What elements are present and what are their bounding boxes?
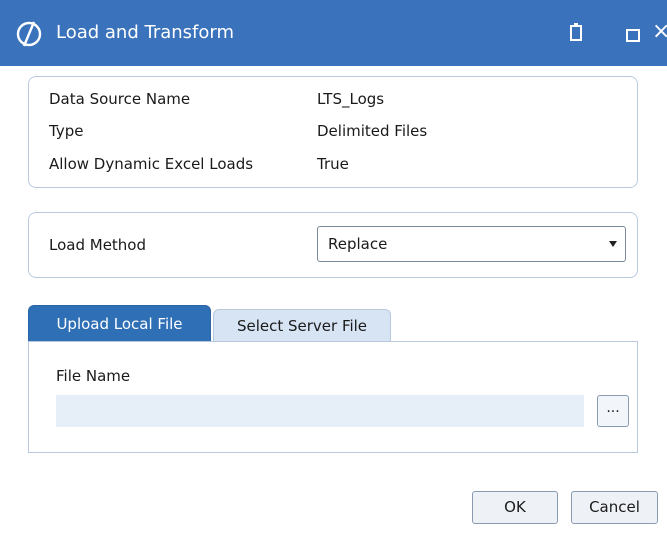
load-method-value: Replace	[328, 235, 388, 253]
file-name-label: File Name	[56, 367, 131, 385]
maximize-icon[interactable]	[626, 29, 640, 42]
data-source-info-panel: Data Source Name LTS_Logs Type Delimited…	[28, 76, 638, 188]
info-label: Type	[49, 122, 84, 140]
title-bar: Load and Transform ×	[0, 0, 667, 66]
tab-select-server-file[interactable]: Select Server File	[213, 309, 391, 342]
tab-upload-local-file[interactable]: Upload Local File	[28, 305, 211, 342]
info-value: True	[317, 155, 349, 173]
window-title: Load and Transform	[56, 22, 235, 43]
info-value: Delimited Files	[317, 122, 428, 140]
clipboard-icon[interactable]	[569, 22, 583, 42]
browse-button[interactable]: ...	[597, 395, 629, 427]
info-value: LTS_Logs	[317, 90, 385, 108]
chevron-down-icon[interactable]	[609, 241, 617, 247]
file-name-input[interactable]	[56, 395, 584, 427]
close-icon[interactable]: ×	[652, 20, 667, 44]
app-logo-icon	[16, 21, 42, 47]
info-label: Allow Dynamic Excel Loads	[49, 155, 254, 173]
info-label: Data Source Name	[49, 90, 191, 108]
upload-file-panel: File Name ...	[28, 341, 638, 453]
cancel-button[interactable]: Cancel	[571, 491, 658, 524]
load-method-label: Load Method	[49, 236, 147, 254]
load-method-panel: Load Method Replace	[28, 212, 638, 278]
ok-button[interactable]: OK	[472, 491, 558, 524]
load-method-select[interactable]: Replace	[317, 226, 626, 262]
